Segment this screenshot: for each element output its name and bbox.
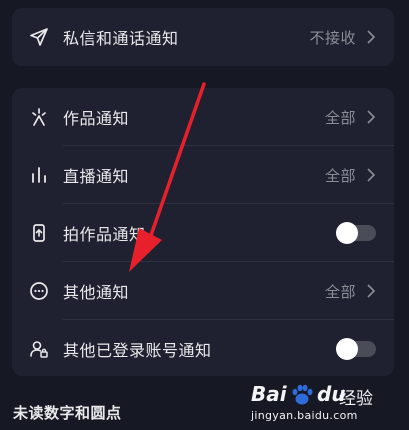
- chevron-right-icon: [367, 284, 376, 298]
- setting-value: 全部: [324, 108, 356, 127]
- toggle-switch[interactable]: [336, 222, 376, 244]
- setting-label: 私信和通话通知: [63, 29, 179, 48]
- message-notification-card: 私信和通话通知 不接收: [12, 8, 394, 66]
- baidu-watermark: Bai du 经验 jingyan.baidu.com: [251, 382, 401, 426]
- setting-row-live[interactable]: 直播通知 全部: [12, 146, 394, 204]
- bar-chart-icon: [28, 164, 50, 186]
- more-circle-icon: [28, 280, 50, 302]
- setting-row-messages-calls[interactable]: 私信和通话通知 不接收: [12, 8, 394, 66]
- setting-value: 全部: [324, 166, 356, 185]
- chevron-right-icon: [367, 30, 376, 44]
- setting-label: 其他已登录账号通知: [63, 341, 212, 360]
- phone-upload-icon: [28, 222, 50, 244]
- user-lock-icon: [28, 338, 50, 360]
- chevron-right-icon: [367, 168, 376, 182]
- watermark-logo-text: Bai: [251, 382, 287, 406]
- chevron-right-icon: [367, 110, 376, 124]
- watermark-brand-text: 经验: [339, 389, 373, 409]
- section-title: 未读数字和圆点: [13, 404, 122, 422]
- setting-label: 直播通知: [63, 167, 130, 186]
- watermark-url: jingyan.baidu.com: [251, 409, 358, 422]
- toggle-switch[interactable]: [336, 338, 376, 360]
- setting-label: 拍作品通知: [63, 225, 146, 244]
- setting-row-other[interactable]: 其他通知 全部: [12, 262, 394, 320]
- setting-label: 其他通知: [63, 283, 130, 302]
- setting-label: 作品通知: [63, 109, 130, 128]
- notification-settings-card: 作品通知 全部 直播通知 全部 拍作品通知 其他通知 全部 其他已登录账号通知: [12, 88, 394, 376]
- sparkle-icon: [28, 106, 50, 128]
- setting-value: 不接收: [309, 28, 356, 47]
- setting-row-shoot-works[interactable]: 拍作品通知: [12, 204, 394, 262]
- toggle-knob: [336, 222, 358, 244]
- paw-icon: [292, 384, 313, 405]
- setting-row-works[interactable]: 作品通知 全部: [12, 88, 394, 146]
- toggle-knob: [336, 338, 358, 360]
- setting-row-other-accounts[interactable]: 其他已登录账号通知: [12, 320, 394, 376]
- send-icon: [28, 26, 50, 48]
- setting-value: 全部: [324, 282, 356, 301]
